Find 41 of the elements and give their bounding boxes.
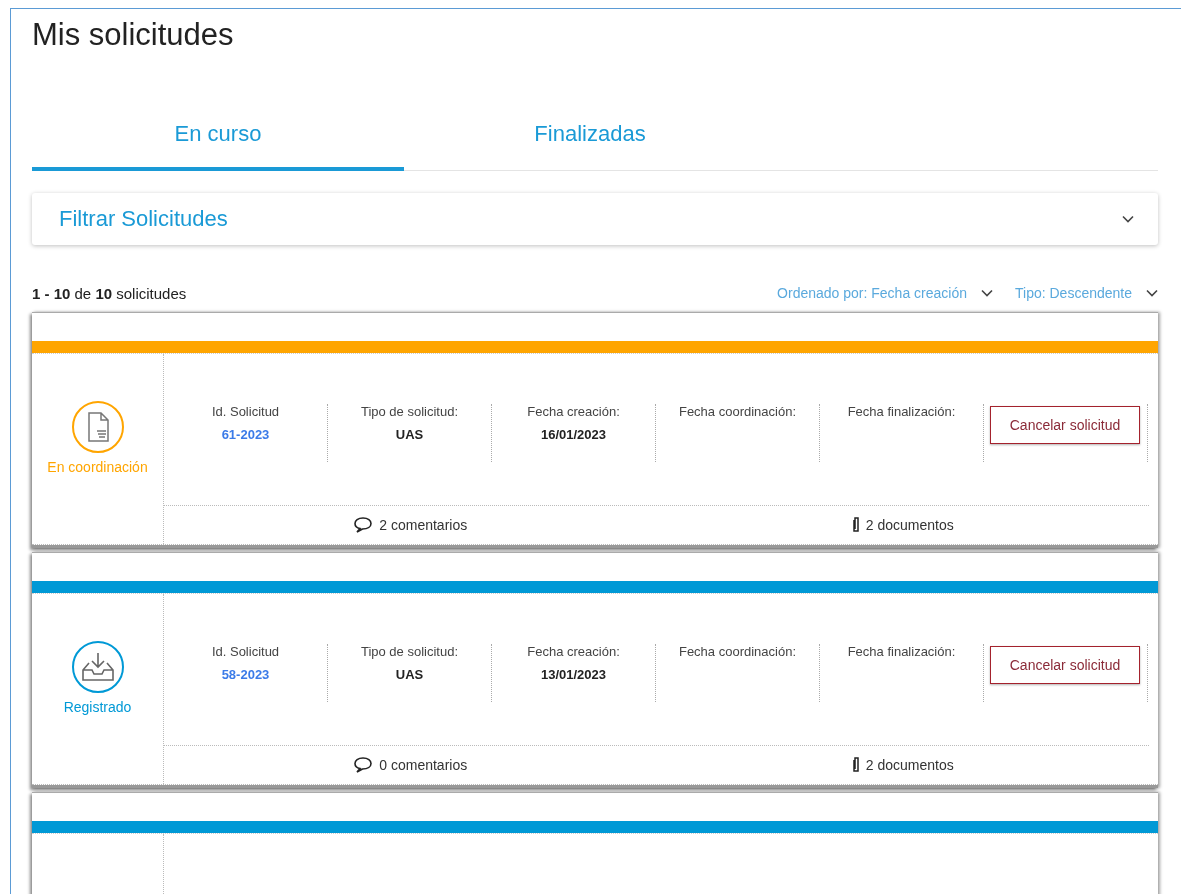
paperclip-icon [851, 516, 860, 534]
documents-count[interactable]: 2 documentos [865, 757, 954, 773]
field-label: Id. Solicitud [211, 644, 280, 659]
sort-by-dropdown[interactable]: Ordenado por: Fecha creación [777, 285, 993, 301]
field-value: 13/01/2023 [540, 667, 607, 682]
filter-title: Filtrar Solicitudes [59, 206, 228, 232]
documents-count[interactable]: 2 documentos [865, 517, 954, 533]
field-label: Fecha creación: [527, 404, 620, 419]
field-label: Fecha creación: [527, 644, 620, 659]
cancel-request-button[interactable]: Cancelar solicitud [990, 646, 1140, 684]
paperclip-icon [851, 756, 860, 774]
request-id-link[interactable]: 61-2023 [221, 427, 270, 442]
cancel-request-button[interactable]: Cancelar solicitud [990, 406, 1140, 444]
chevron-down-icon [981, 289, 993, 297]
page-title: Mis solicitudes [32, 16, 235, 53]
chevron-down-icon [1122, 215, 1134, 223]
field-label: Tipo de solicitud: [360, 404, 459, 419]
tab[interactable]: En curso [32, 109, 404, 171]
field-label: Fecha coordinación: [678, 404, 797, 419]
request-id-link[interactable]: 58-2023 [221, 667, 270, 682]
status-label: En coordinación [47, 459, 148, 475]
document-icon [85, 412, 110, 442]
field-value: UAS [395, 667, 424, 682]
field-value: UAS [395, 427, 424, 442]
chevron-down-icon [1146, 289, 1158, 297]
field-label: Fecha coordinación: [678, 644, 797, 659]
field-label: Fecha finalización: [847, 404, 956, 419]
inbox-tray-icon [80, 652, 115, 682]
results-count: 1 - 10 de 10 solicitudes [32, 284, 187, 302]
field-label: Fecha finalización: [847, 644, 956, 659]
field-value: 16/01/2023 [540, 427, 607, 442]
filter-panel[interactable]: Filtrar Solicitudes [32, 193, 1158, 245]
sort-order-dropdown[interactable]: Tipo: Descendente [1015, 285, 1158, 301]
field-label: Id. Solicitud [211, 404, 280, 419]
comments-count[interactable]: 2 comentarios [379, 517, 468, 533]
comments-count[interactable]: 0 comentarios [379, 757, 468, 773]
tab[interactable]: Finalizadas [404, 109, 776, 171]
comment-icon [353, 756, 374, 774]
comment-icon [353, 516, 374, 534]
status-label: Registrado [63, 699, 132, 715]
field-label: Tipo de solicitud: [360, 644, 459, 659]
